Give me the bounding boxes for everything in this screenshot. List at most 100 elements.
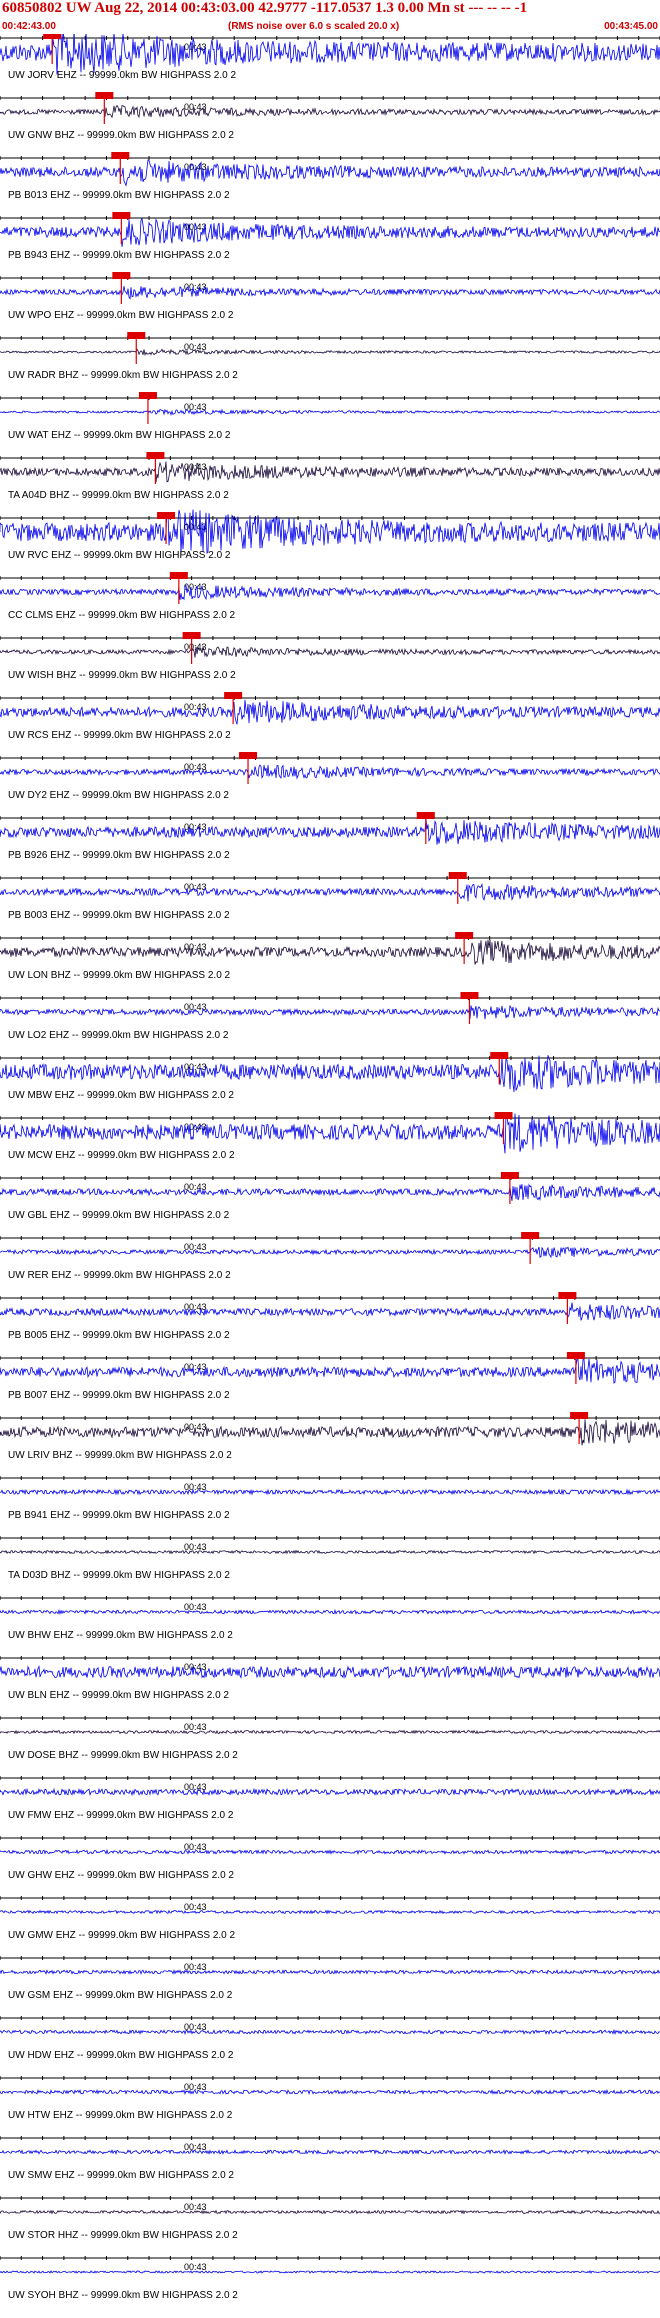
tick-label: 00:43	[184, 1782, 207, 1792]
channel-label: UW JORV EHZ -- 99999.0km BW HIGHPASS 2.0…	[8, 70, 236, 81]
station-panel: 00:43 PB B926 EHZ -- 99999.0km BW HIGHPAS…	[0, 812, 660, 861]
channel-label: PB B005 EHZ -- 99999.0km BW HIGHPASS 2.0…	[8, 1330, 230, 1341]
waveform	[0, 764, 660, 780]
channel-label: UW SMW EHZ -- 99999.0km BW HIGHPASS 2.0 …	[8, 2170, 234, 2181]
station-panel: 00:43UW WAT EHZ -- 99999.0km BW HIGHPASS…	[0, 392, 660, 441]
station-panel: 00:43PB B943 EHZ -- 99999.0km BW HIGHPAS…	[0, 212, 660, 261]
channel-label: UW RADR BHZ -- 99999.0km BW HIGHPASS 2.0…	[8, 370, 238, 381]
station-panel: 00:43UW GBL EHZ -- 99999.0km BW HIGHPASS…	[0, 1172, 660, 1221]
channel-label: PB B003 EHZ -- 99999.0km BW HIGHPASS 2.0…	[8, 910, 230, 921]
waveform	[0, 2270, 660, 2274]
channel-label: PB B926 EHZ -- 99999.0km BW HIGHPASS 2.0…	[8, 850, 230, 861]
start-time-label: 00:42:43.00	[2, 21, 56, 32]
station-panel: 00:43UW RER EHZ -- 99999.0km BW HIGHPASS…	[0, 1232, 660, 1281]
station-panel: 00:43UW RADR BHZ -- 99999.0km BW HIGHPAS…	[0, 332, 660, 381]
waveform	[0, 34, 660, 75]
station-panel: 00:43 TA D03D BHZ -- 99999.0km BW HIGHPAS…	[0, 1536, 660, 1581]
tick-label: 00:43	[184, 1302, 207, 1312]
channel-label: UW BHW EHZ -- 99999.0km BW HIGHPASS 2.0 …	[8, 1630, 233, 1641]
channel-label: UW RCS EHZ -- 99999.0km BW HIGHPASS 2.0 …	[8, 730, 231, 741]
waveform	[0, 1419, 660, 1446]
tick-label: 00:43	[184, 1062, 207, 1072]
tick-label: 00:43	[184, 702, 207, 712]
station-panel: 00:43TA A04D BHZ -- 99999.0km BW HIGHPAS…	[0, 452, 660, 501]
waveform	[0, 1787, 660, 1797]
station-panel: 00:43UW RVC EHZ -- 99999.0km BW HIGHPASS…	[0, 509, 660, 561]
channel-label: UW GSM EHZ -- 99999.0km BW HIGHPASS 2.0 …	[8, 1990, 233, 2001]
waveform	[0, 509, 660, 554]
waveform	[0, 348, 660, 357]
waveform	[0, 1183, 660, 1201]
station-panel: 00:43PB B003 EHZ -- 99999.0km BW HIGHPAS…	[0, 872, 660, 921]
channel-label: UW WISH BHZ -- 99999.0km BW HIGHPASS 2.0…	[8, 670, 236, 681]
waveform	[0, 1729, 660, 1735]
station-panel: 00:43 UW MBW EHZ -- 99999.0km BW HIGHPASS…	[0, 1052, 660, 1101]
station-panel: 00:43 UW SYOH BHZ -- 99999.0km BW HIGHPAS…	[0, 2256, 660, 2301]
tick-label: 00:43	[184, 1722, 207, 1732]
station-panel: 00:43 PB B005 EHZ -- 99999.0km BW HIGHPAS…	[0, 1292, 660, 1341]
channel-label: TA A04D BHZ -- 99999.0km BW HIGHPASS 2.0…	[8, 490, 229, 501]
channel-label: UW RER EHZ -- 99999.0km BW HIGHPASS 2.0 …	[8, 1270, 231, 1281]
channel-label: PB B941 EHZ -- 99999.0km BW HIGHPASS 2.0…	[8, 1510, 230, 1521]
channel-label: UW SYOH BHZ -- 99999.0km BW HIGHPASS 2.0…	[8, 2290, 238, 2301]
waveform	[0, 1848, 660, 1855]
waveform	[0, 2149, 660, 2155]
channel-label: UW GNW BHZ -- 99999.0km BW HIGHPASS 2.0 …	[8, 130, 234, 141]
waveform	[0, 1302, 660, 1321]
channel-label: UW LRIV BHZ -- 99999.0km BW HIGHPASS 2.0…	[8, 1450, 232, 1461]
station-panel: 00:43 UW BHW EHZ -- 99999.0km BW HIGHPASS…	[0, 1596, 660, 1641]
waveform	[0, 2209, 660, 2215]
waveform	[0, 159, 660, 187]
station-panel: 00:43UW JORV EHZ -- 99999.0km BW HIGHPAS…	[0, 34, 660, 81]
waveform	[0, 1609, 660, 1616]
station-panel: 00:43 UW GMW EHZ -- 99999.0km BW HIGHPASS…	[0, 1896, 660, 1941]
tick-label: 00:43	[184, 2202, 207, 2212]
waveform	[0, 1969, 660, 1975]
waveform	[0, 1665, 660, 1680]
station-panel: 00:43UW SMW EHZ -- 99999.0km BW HIGHPASS…	[0, 2136, 660, 2181]
channel-label: UW DOSE BHZ -- 99999.0km BW HIGHPASS 2.0…	[8, 1750, 238, 1761]
tick-label: 00:43	[184, 942, 207, 952]
channel-label: UW MBW EHZ -- 99999.0km BW HIGHPASS 2.0 …	[8, 1090, 234, 1101]
waveform	[0, 461, 660, 483]
waveform	[0, 882, 660, 902]
channel-label: UW RVC EHZ -- 99999.0km BW HIGHPASS 2.0 …	[8, 550, 231, 561]
waveform	[0, 286, 660, 300]
tick-label: 00:43	[184, 1542, 207, 1552]
waveform	[0, 645, 660, 658]
station-panel: 00:43UW LRIV BHZ -- 99999.0km BW HIGHPAS…	[0, 1412, 660, 1461]
waveform	[0, 2089, 660, 2096]
station-panel: 00:43UW BLN EHZ -- 99999.0km BW HIGHPASS…	[0, 1656, 660, 1701]
waveform	[0, 104, 660, 119]
station-panel: 00:43UW MCW EHZ -- 99999.0km BW HIGHPASS…	[0, 1112, 660, 1161]
station-panel: 00:43UW DY2 EHZ -- 99999.0km BW HIGHPASS…	[0, 752, 660, 801]
station-panel: 00:43UW WISH BHZ -- 99999.0km BW HIGHPAS…	[0, 632, 660, 681]
channel-label: UW LON BHZ -- 99999.0km BW HIGHPASS 2.0 …	[8, 970, 231, 981]
tick-label: 00:43	[184, 1362, 207, 1372]
waveform	[0, 1246, 660, 1259]
waveform	[0, 1909, 660, 1915]
waveform	[0, 1488, 660, 1496]
station-panel: 00:43 UW FMW EHZ -- 99999.0km BW HIGHPASS…	[0, 1776, 660, 1821]
channel-label: UW LO2 EHZ -- 99999.0km BW HIGHPASS 2.0 …	[8, 1030, 229, 1041]
channel-label: UW BLN EHZ -- 99999.0km BW HIGHPASS 2.0 …	[8, 1690, 229, 1701]
station-panel: 00:43PB B013 EHZ -- 99999.0km BW HIGHPAS…	[0, 152, 660, 201]
channel-label: UW HDW EHZ -- 99999.0km BW HIGHPASS 2.0 …	[8, 2050, 234, 2061]
station-panel: 00:43UW GNW BHZ -- 99999.0km BW HIGHPASS…	[0, 92, 660, 141]
channel-label: UW WAT EHZ -- 99999.0km BW HIGHPASS 2.0 …	[8, 430, 231, 441]
channel-label: UW GMW EHZ -- 99999.0km BW HIGHPASS 2.0 …	[8, 1930, 236, 1941]
channel-label: PB B013 EHZ -- 99999.0km BW HIGHPASS 2.0…	[8, 190, 230, 201]
waveform	[0, 1004, 660, 1020]
station-panel: 00:43UW WPO EHZ -- 99999.0km BW HIGHPASS…	[0, 272, 660, 321]
event-title: 60850802 UW Aug 22, 2014 00:43:03.00 42.…	[2, 0, 528, 16]
station-panel: 00:43UW GSM EHZ -- 99999.0km BW HIGHPASS…	[0, 1956, 660, 2001]
waveform	[0, 217, 660, 247]
tick-label: 00:43	[184, 1602, 207, 1612]
plot-header: 60850802 UW Aug 22, 2014 00:43:03.00 42.…	[0, 0, 660, 34]
waveform	[0, 408, 660, 416]
station-panel: 00:43 UW STOR HHZ -- 99999.0km BW HIGHPAS…	[0, 2196, 660, 2241]
waveform	[0, 1113, 660, 1154]
channel-label: PB B943 EHZ -- 99999.0km BW HIGHPASS 2.0…	[8, 250, 230, 261]
station-panel: 00:43UW HTW EHZ -- 99999.0km BW HIGHPASS…	[0, 2076, 660, 2121]
station-panel: 00:43CC CLMS EHZ -- 99999.0km BW HIGHPAS…	[0, 572, 660, 621]
